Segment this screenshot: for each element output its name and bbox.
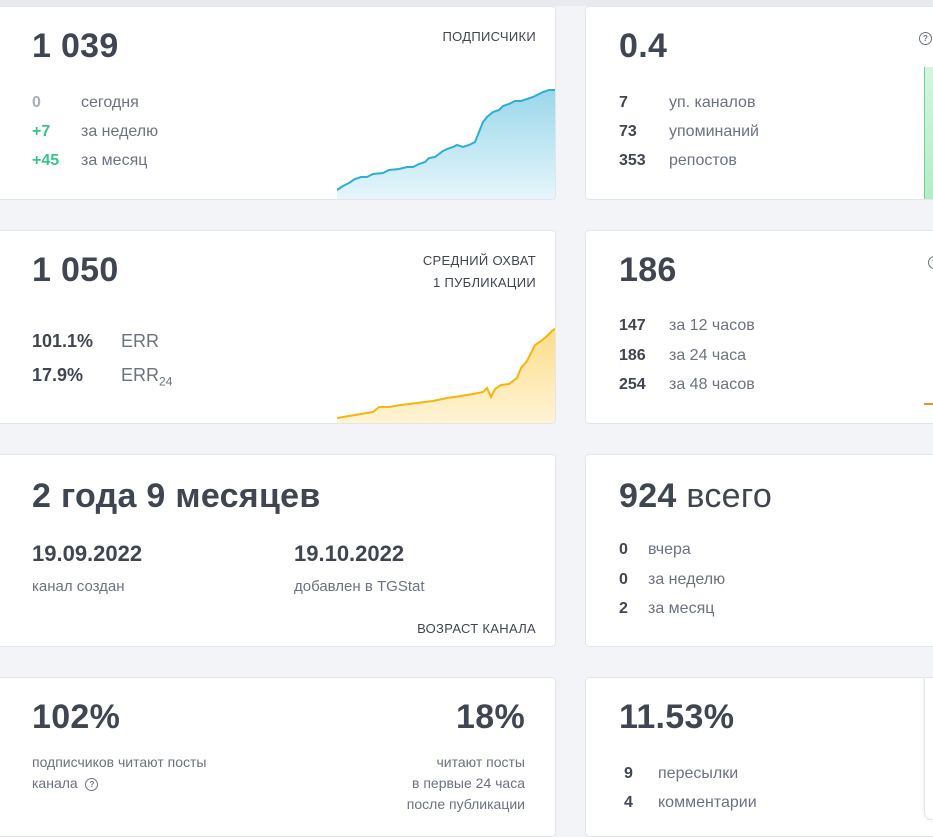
reading-card[interactable]: 102% подписчиков читают посты канала ? 1… — [0, 677, 556, 837]
subscribers-total: 1 039 — [32, 27, 119, 65]
reading-right-value: 18% — [456, 698, 525, 736]
created-label: канал создан — [32, 578, 125, 595]
reach-total: 1 050 — [32, 251, 119, 289]
posts-total: 924 всего — [619, 477, 773, 515]
subscribers-row-week: +7 за неделю — [32, 123, 159, 140]
added-label: добавлен в TGStat — [294, 578, 425, 595]
subscribers-card[interactable]: 1 039 ПОДПИСЧИКИ 0 сегодня +7 за неделю +4… — [0, 6, 556, 200]
citation-row-mentions: 73 упоминаний — [619, 123, 759, 140]
subscribers-sparkline — [337, 89, 555, 199]
citation-card[interactable]: 0.4 ? 7 уп. каналов 73 упоминаний 353 репос… — [585, 6, 933, 200]
posts-card[interactable]: 924 всего 0 вчера 0 за неделю 2 за месяц — [585, 454, 933, 647]
posts-row-week: 0 за неделю — [619, 571, 726, 588]
engagement-card[interactable]: 11.53% 9 пересылки 4 комментарии — [585, 677, 933, 837]
views-row-48h: 254 за 48 часов — [619, 376, 755, 393]
reach-sparkline — [337, 327, 555, 423]
added-date: 19.10.2022 — [294, 541, 405, 566]
channel-age-label: ВОЗРАСТ КАНАЛА — [417, 621, 536, 636]
views-total: 186 — [619, 251, 677, 289]
posts-row-month: 2 за месяц — [619, 600, 715, 617]
citation-row-reposts: 353 репостов — [619, 152, 737, 169]
reach-err: 101.1% ERR — [32, 331, 160, 351]
views-chart-edge — [924, 403, 933, 405]
channel-age-text: 2 года 9 месяцев — [32, 477, 321, 515]
reach-label: СРЕДНИЙ ОХВАТ 1 ПУБЛИКАЦИИ — [422, 253, 536, 290]
side-widget[interactable] — [924, 678, 933, 820]
citation-chart-edge — [924, 67, 933, 199]
help-circle-icon[interactable]: ? — [928, 256, 933, 269]
subscribers-row-today: 0 сегодня — [32, 94, 139, 111]
reading-left-text: подписчиков читают посты канала ? — [32, 754, 207, 791]
reading-left-value: 102% — [32, 698, 121, 736]
views-row-12h: 147 за 12 часов — [619, 317, 755, 334]
help-circle-icon[interactable]: ? — [85, 777, 99, 791]
posts-row-yesterday: 0 вчера — [619, 541, 691, 558]
created-date: 19.09.2022 — [32, 541, 143, 566]
engagement-row-forwards: 9 пересылки — [624, 765, 739, 782]
engagement-value: 11.53% — [619, 698, 735, 736]
engagement-row-comments: 4 комментарии — [624, 794, 757, 811]
reach-err24: 17.9% ERR24 — [32, 365, 173, 389]
citation-row-channels: 7 уп. каналов — [619, 94, 756, 111]
citation-index: 0.4 — [619, 27, 668, 65]
reading-right-text: читают посты в первые 24 часа после публ… — [406, 754, 525, 812]
subscribers-label: ПОДПИСЧИКИ — [442, 29, 536, 44]
reach-card[interactable]: 1 050 СРЕДНИЙ ОХВАТ 1 ПУБЛИКАЦИИ 101.1% E… — [0, 230, 556, 424]
views-row-24h: 186 за 24 часа — [619, 347, 747, 364]
channel-age-card[interactable]: 2 года 9 месяцев 19.09.2022 канал создан… — [0, 454, 556, 647]
help-circle-icon[interactable]: ? — [919, 32, 932, 45]
subscribers-row-month: +45 за месяц — [32, 152, 148, 169]
views-card[interactable]: 186 ? 147за 12 часов 186за 24 часа 254за… — [585, 230, 933, 424]
